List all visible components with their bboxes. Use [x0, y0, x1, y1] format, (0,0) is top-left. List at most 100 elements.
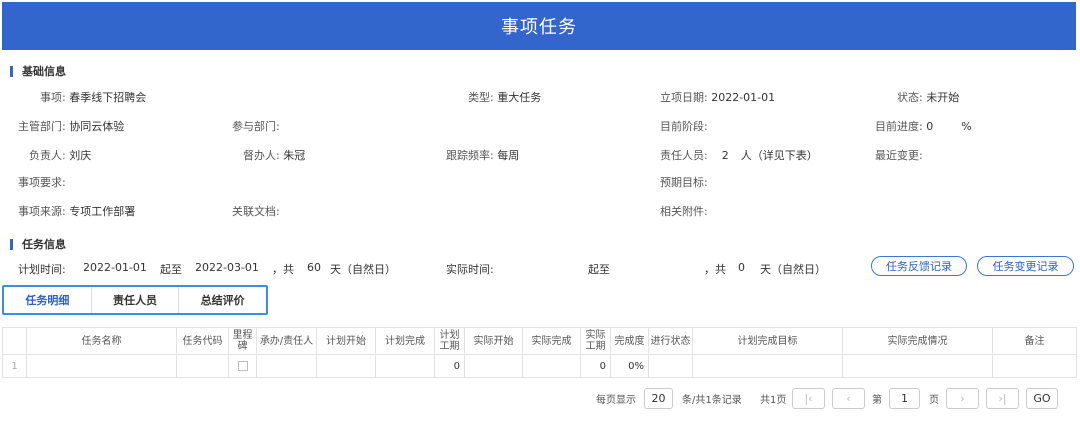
field-label: 事项:	[40, 91, 66, 104]
field-value: 未开始	[926, 91, 960, 104]
cell-actual-start[interactable]	[464, 354, 523, 378]
field-supervisor: 督办人: 朱冠	[243, 147, 305, 163]
field-label: 事项来源:	[18, 205, 66, 218]
field-label: 关联文档:	[232, 205, 280, 218]
field-label: 最近变更:	[875, 149, 923, 162]
col-header-remark: 备注	[992, 327, 1077, 355]
page-suffix: 页	[929, 394, 939, 406]
field-start-date: 立项日期: 2022-01-01	[660, 89, 775, 105]
go-button[interactable]: GO	[1026, 388, 1058, 409]
cell-name[interactable]	[26, 354, 177, 378]
per-page-label: 每页显示	[596, 394, 636, 406]
cell-milestone[interactable]	[228, 354, 257, 378]
field-value: 重大任务	[497, 91, 542, 104]
col-header-plan-goal: 计划完成目标	[692, 327, 843, 355]
plan-from-word: 起至	[160, 263, 182, 276]
field-owner: 负责人: 刘庆	[29, 147, 91, 163]
page-title: 事项任务	[501, 17, 577, 38]
first-page-button[interactable]: |‹	[792, 388, 825, 409]
task-table: 任务名称 任务代码 里程碑 承办/责任人 计划开始 计划完成 计划工期 实际开始…	[2, 327, 1077, 378]
actual-total-prefix: ，共	[704, 263, 726, 276]
page-number-input[interactable]: 1	[889, 388, 920, 409]
field-label: 负责人:	[29, 149, 66, 162]
col-header-completion: 完成度	[610, 327, 649, 355]
prev-page-button[interactable]: ‹	[832, 388, 865, 409]
milestone-checkbox[interactable]	[237, 360, 248, 371]
col-header-assignee: 承办/责任人	[256, 327, 317, 355]
field-docs[interactable]: 关联文档:	[232, 203, 280, 219]
plan-start-value: 2022-01-01	[83, 261, 147, 274]
plan-days-suffix: 天（自然日）	[330, 263, 396, 276]
last-page-icon: ›|	[998, 392, 1007, 405]
field-value: 0	[926, 120, 934, 133]
actual-days-suffix: 天（自然日）	[760, 263, 826, 276]
tab-responsible-people[interactable]: 责任人员	[92, 287, 180, 313]
field-responsible: 责任人员: 2 人（详见下表）	[660, 147, 818, 163]
col-header-state: 进行状态	[648, 327, 693, 355]
next-page-button[interactable]: ›	[946, 388, 979, 409]
first-page-icon: |‹	[804, 392, 813, 405]
cell-code[interactable]	[176, 354, 229, 378]
cell-remark[interactable]	[992, 354, 1077, 378]
field-type: 类型: 重大任务	[468, 89, 541, 105]
tab-task-detail[interactable]: 任务明细	[4, 287, 92, 313]
cell-actual-end[interactable]	[522, 354, 581, 378]
field-label: 目前阶段:	[660, 120, 708, 133]
page-prefix: 第	[872, 394, 882, 406]
progress-unit: %	[961, 120, 972, 133]
field-label: 相关附件:	[660, 205, 708, 218]
section-title: 基础信息	[22, 65, 66, 78]
per-page-input[interactable]: 20	[644, 388, 673, 409]
field-frequency: 跟踪频率: 每周	[446, 147, 519, 163]
cell-assignee[interactable]	[256, 354, 317, 378]
field-value: 春季线下招聘会	[69, 91, 147, 104]
task-change-button[interactable]: 任务变更记录	[977, 256, 1074, 276]
field-label: 督办人:	[243, 149, 280, 162]
prev-page-icon: ‹	[846, 392, 851, 405]
field-label: 参与部门:	[232, 120, 280, 133]
col-header-index	[2, 327, 27, 355]
field-value: 专项工作部署	[69, 205, 136, 218]
field-requirement: 事项要求:	[18, 174, 66, 190]
field-value: 刘庆	[69, 149, 92, 162]
cell-actual-result[interactable]	[842, 354, 993, 378]
section-title: 任务信息	[22, 238, 66, 251]
cell-plan-days: 0	[434, 354, 465, 378]
field-status: 状态: 未开始	[897, 89, 959, 105]
col-header-plan-days: 计划工期	[434, 327, 465, 355]
field-label: 责任人员:	[660, 149, 708, 162]
last-page-button[interactable]: ›|	[986, 388, 1019, 409]
cell-plan-end[interactable]	[375, 354, 435, 378]
actual-days-value: 0	[738, 261, 745, 274]
col-header-code: 任务代码	[176, 327, 229, 355]
field-label: 目前进度:	[875, 120, 923, 133]
col-header-actual-result: 实际完成情况	[842, 327, 993, 355]
field-joint-dept: 参与部门:	[232, 118, 280, 134]
section-basic-info: 基础信息	[10, 63, 66, 79]
tab-summary-evaluation[interactable]: 总结评价	[179, 287, 266, 313]
field-label: 类型:	[468, 91, 494, 104]
field-dept: 主管部门: 协同云体验	[18, 118, 124, 134]
field-attachments[interactable]: 相关附件:	[660, 203, 708, 219]
records-text: 条/共1条记录	[682, 394, 742, 406]
field-label: 事项要求:	[18, 176, 66, 189]
field-stage: 目前阶段:	[660, 118, 708, 134]
table-row[interactable]: 1 0 0 0%	[2, 354, 1077, 378]
cell-plan-goal[interactable]	[692, 354, 843, 378]
cell-actual-days: 0	[580, 354, 611, 378]
actual-from-word: 起至	[588, 263, 610, 276]
field-value: 朱冠	[283, 149, 306, 162]
row-index: 1	[2, 354, 27, 378]
cell-plan-start[interactable]	[316, 354, 376, 378]
field-label: 预期目标:	[660, 176, 708, 189]
field-value: 2	[721, 149, 729, 162]
plan-days-value: 60	[307, 261, 321, 274]
field-suffix: 人（详见下表）	[740, 149, 818, 162]
pages-text: 共1页	[760, 394, 787, 406]
field-progress: 目前进度: 0%	[875, 118, 972, 134]
task-feedback-button[interactable]: 任务反馈记录	[871, 256, 967, 276]
col-header-actual-start: 实际开始	[464, 327, 523, 355]
field-label: 立项日期:	[660, 91, 708, 104]
col-header-name: 任务名称	[26, 327, 177, 355]
tab-bar: 任务明细 责任人员 总结评价	[2, 285, 268, 315]
